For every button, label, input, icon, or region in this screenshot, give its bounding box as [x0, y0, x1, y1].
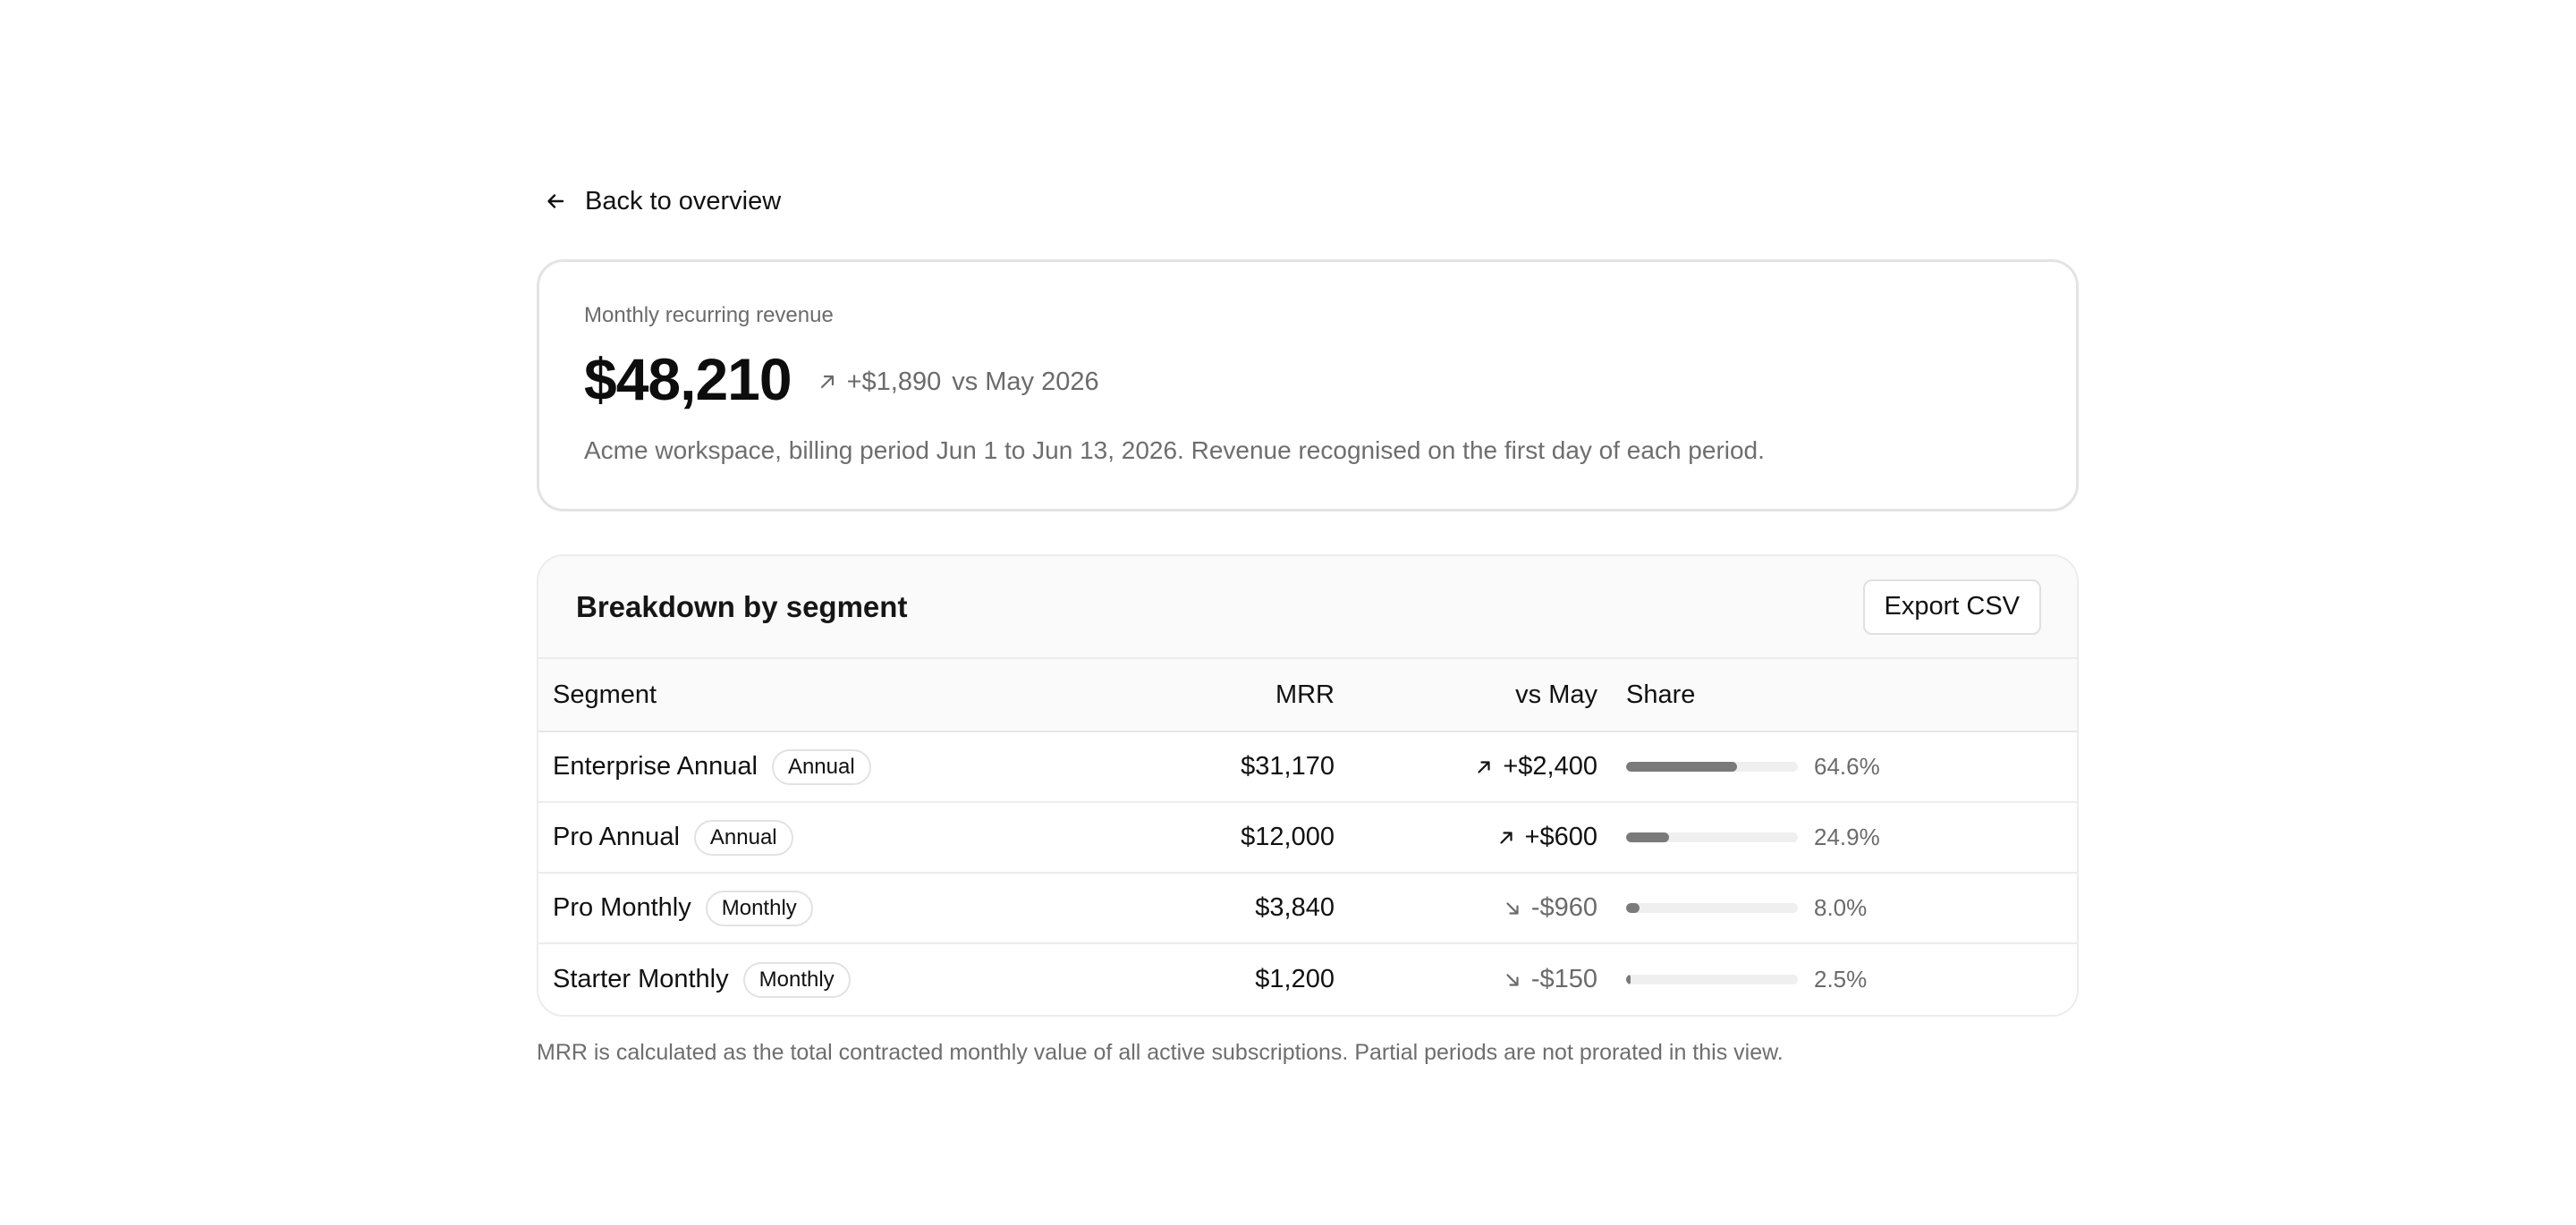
segment-cell: Enterprise Annual Annual [538, 748, 1062, 785]
share-bar-fill [1626, 975, 1631, 984]
vs-may-value: -$960 [1530, 893, 1597, 922]
table-row-2: Pro Annual Annual $12,000 +$600 24.9% [538, 803, 2077, 874]
mrr-delta-amount: +$1,890 [846, 367, 942, 396]
billing-badge: Annual [693, 819, 793, 856]
column-header-segment: Segment [553, 680, 657, 709]
arrow-left-icon [546, 191, 565, 211]
arrow-down-right-icon [1504, 972, 1521, 988]
summary-eyebrow: Monthly recurring revenue [584, 303, 834, 327]
breakdown-header: Breakdown by segment Export CSV [538, 556, 2077, 659]
vs-may-cell: -$960 [1335, 893, 1597, 923]
vs-may-value: +$2,400 [1503, 752, 1597, 781]
share-bar-track [1626, 903, 1798, 913]
billing-badge: Monthly [705, 890, 813, 926]
table-row-4: Starter Monthly Monthly $1,200 -$150 2.5… [538, 944, 2077, 1015]
segment-name: Pro Annual [553, 823, 680, 851]
table-header-row: Segment MRR vs May Share [538, 659, 2077, 732]
share-percentage: 2.5% [1814, 966, 1868, 993]
breakdown-title: Breakdown by segment [576, 589, 908, 623]
export-csv-button[interactable]: Export CSV [1862, 579, 2041, 635]
column-header-share: Share [1626, 680, 1696, 709]
back-link-label: Back to overview [585, 186, 782, 215]
share-bar-track [1626, 975, 1798, 984]
share-cell: 24.9% [1597, 824, 1880, 851]
share-bar-fill [1626, 832, 1669, 842]
share-cell: 64.6% [1597, 753, 1880, 781]
table-row-1: Enterprise Annual Annual $31,170 +$2,400… [538, 732, 2077, 803]
page: Back to overview Monthly recurring reven… [537, 179, 2079, 1066]
arrow-up-right-icon [818, 373, 836, 391]
share-percentage: 24.9% [1814, 824, 1880, 850]
segment-cell: Pro Monthly Monthly [538, 890, 1062, 926]
mrr-cell: $1,200 [1255, 965, 1335, 993]
share-bar-track [1626, 832, 1798, 842]
segment-cell: Starter Monthly Monthly [538, 961, 1062, 998]
mrr-cell: $3,840 [1255, 893, 1335, 922]
share-percentage: 8.0% [1814, 894, 1868, 921]
segment-breakdown-card: Breakdown by segment Export CSV Segment … [537, 554, 2079, 1017]
segment-name: Pro Monthly [553, 893, 691, 922]
summary-description: Acme workspace, billing period Jun 1 to … [584, 436, 1765, 464]
mrr-delta: +$1,890 vs May 2026 [818, 368, 1099, 397]
table-body: Enterprise Annual Annual $31,170 +$2,400… [538, 732, 2077, 1015]
back-to-overview-link[interactable]: Back to overview [537, 179, 2079, 224]
segment-cell: Pro Annual Annual [538, 819, 1062, 856]
billing-badge: Monthly [742, 961, 851, 998]
billing-badge: Annual [771, 748, 871, 785]
arrow-up-right-icon [1498, 830, 1514, 846]
segment-name: Starter Monthly [553, 965, 729, 993]
mrr-cell: $12,000 [1241, 823, 1335, 851]
share-percentage: 64.6% [1814, 753, 1880, 780]
vs-may-cell: +$2,400 [1335, 752, 1597, 781]
table-row-3: Pro Monthly Monthly $3,840 -$960 8.0% [538, 874, 2077, 944]
share-bar-fill [1626, 903, 1640, 913]
arrow-down-right-icon [1504, 900, 1521, 917]
share-cell: 2.5% [1597, 966, 1867, 993]
segment-name: Enterprise Annual [553, 752, 758, 781]
footnote: MRR is calculated as the total contracte… [537, 1040, 1784, 1065]
column-header-mrr: MRR [1275, 680, 1335, 709]
share-bar-fill [1626, 762, 1738, 772]
arrow-up-right-icon [1476, 759, 1492, 775]
share-cell: 8.0% [1597, 894, 1867, 922]
mrr-delta-context: vs May 2026 [952, 367, 1099, 396]
vs-may-cell: -$150 [1335, 965, 1597, 994]
vs-may-value: +$600 [1524, 823, 1597, 851]
vs-may-value: -$150 [1530, 965, 1597, 993]
vs-may-cell: +$600 [1335, 823, 1597, 852]
mrr-cell: $31,170 [1241, 752, 1335, 781]
share-bar-track [1626, 762, 1798, 772]
summary-headline: $48,210 +$1,890 vs May 2026 [584, 348, 2031, 410]
mrr-summary-card: Monthly recurring revenue $48,210 +$1,89… [537, 259, 2079, 511]
mrr-value: $48,210 [584, 346, 792, 412]
column-header-vs-may: vs May [1515, 680, 1597, 709]
